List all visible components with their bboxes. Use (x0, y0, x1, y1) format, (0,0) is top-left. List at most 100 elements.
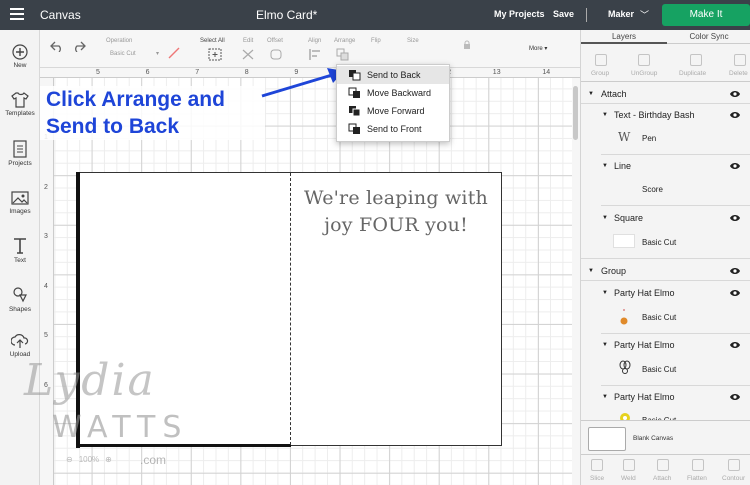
menu-item-label: Send to Front (367, 124, 422, 134)
offset-icon[interactable] (269, 48, 283, 61)
menu-item-send-to-front[interactable]: Send to Front (337, 120, 449, 138)
divider (601, 333, 750, 334)
sidebar-item-projects[interactable]: Projects (0, 140, 40, 167)
arrange-menu: Send to Back Move Backward Move Forward … (336, 64, 450, 142)
edit-icon[interactable] (241, 48, 255, 61)
attach-icon[interactable] (657, 459, 669, 471)
sidebar-item-text[interactable]: Text (0, 237, 40, 264)
collapse-icon[interactable]: ▼ (602, 290, 608, 296)
horizontal-ruler: 567891011121314 (40, 68, 580, 78)
group-button[interactable]: Group (591, 70, 609, 77)
flatten-button[interactable]: Flatten (687, 475, 707, 482)
eye-icon[interactable] (729, 161, 741, 171)
machine-select[interactable]: Maker (608, 9, 634, 19)
score-line[interactable] (290, 173, 291, 445)
collapse-icon[interactable]: ▼ (602, 112, 608, 118)
chevron-down-icon[interactable]: ▾ (156, 50, 159, 57)
contour-button[interactable]: Contour (722, 475, 745, 482)
collapse-icon[interactable]: ▼ (602, 394, 608, 400)
menu-item-move-forward[interactable]: Move Forward (337, 102, 449, 120)
delete-icon[interactable] (734, 54, 746, 66)
divider (581, 280, 750, 281)
operation-label: Basic Cut (642, 238, 677, 247)
app-title: Canvas (40, 8, 81, 22)
contour-icon[interactable] (728, 459, 740, 471)
lock-icon[interactable] (463, 40, 471, 50)
delete-button[interactable]: Delete (729, 70, 748, 77)
flatten-icon[interactable] (692, 459, 704, 471)
sidebar-item-templates[interactable]: Templates (0, 92, 40, 117)
slice-icon[interactable] (591, 459, 603, 471)
my-projects-link[interactable]: My Projects (494, 9, 545, 19)
sidebar-item-label: Templates (5, 110, 35, 117)
eye-icon[interactable] (729, 110, 741, 120)
menu-item-move-backward[interactable]: Move Backward (337, 84, 449, 102)
eye-icon[interactable] (729, 266, 741, 276)
collapse-icon[interactable]: ▼ (588, 91, 594, 97)
vertical-scrollbar[interactable] (572, 78, 580, 485)
divider (601, 385, 750, 386)
collapse-icon[interactable]: ▼ (602, 163, 608, 169)
canvas-color-swatch[interactable] (588, 427, 626, 451)
divider (601, 205, 750, 206)
collapse-icon[interactable]: ▼ (602, 342, 608, 348)
tab-color-sync[interactable]: Color Sync (667, 30, 750, 44)
card-message[interactable]: We're leaping with joy FOUR you! (296, 185, 496, 239)
attach-button[interactable]: Attach (653, 475, 671, 482)
size-label: Size (407, 38, 419, 44)
chevron-down-icon[interactable]: ﹀ (640, 8, 649, 21)
ungroup-icon[interactable] (638, 54, 650, 66)
group-icon[interactable] (595, 54, 607, 66)
sidebar-item-shapes[interactable]: Shapes (0, 286, 40, 313)
hamburger-menu-icon[interactable] (10, 8, 24, 20)
ruler-tick-label: 8 (244, 69, 249, 76)
eye-icon[interactable] (729, 392, 741, 402)
text-icon (14, 238, 26, 254)
redo-icon[interactable] (72, 40, 86, 52)
operation-label: Basic Cut (642, 365, 677, 374)
collapse-icon[interactable]: ▼ (588, 268, 594, 274)
tab-layers[interactable]: Layers (581, 30, 667, 44)
weld-button[interactable]: Weld (621, 475, 636, 482)
layer-name: Group (601, 266, 627, 276)
eye-icon[interactable] (729, 213, 741, 223)
undo-icon[interactable] (50, 40, 64, 52)
make-it-button[interactable]: Make It (662, 4, 750, 26)
pen-color-icon[interactable] (168, 47, 180, 59)
divider (601, 154, 750, 155)
slice-button[interactable]: Slice (590, 475, 604, 482)
send-to-front-icon (348, 123, 360, 134)
plus-icon (12, 44, 28, 60)
more-button[interactable]: More ▾ (529, 45, 547, 52)
sidebar-item-new[interactable]: New (0, 44, 40, 69)
eye-icon[interactable] (729, 340, 741, 350)
operation-select[interactable]: Basic Cut (110, 51, 136, 57)
instruction-callout: Click Arrange and Send to Back (40, 86, 265, 140)
blank-canvas-row[interactable]: Blank Canvas (581, 420, 750, 454)
sidebar-item-images[interactable]: Images (0, 190, 40, 215)
card-message-line: We're leaping with (304, 187, 488, 209)
menu-item-send-to-back[interactable]: Send to Back (337, 66, 449, 84)
operation-label: Operation (106, 38, 133, 44)
select-all-icon[interactable] (208, 48, 222, 61)
ungroup-button[interactable]: UnGroup (631, 70, 657, 77)
save-button[interactable]: Save (553, 9, 574, 19)
projects-icon (13, 140, 27, 158)
panel-tabs: Layers Color Sync (581, 30, 750, 44)
scrollbar-thumb[interactable] (573, 86, 578, 140)
layer-name: Party Hat Elmo (614, 288, 675, 298)
weld-icon[interactable] (623, 459, 635, 471)
duplicate-icon[interactable] (690, 54, 702, 66)
collapse-icon[interactable]: ▼ (602, 215, 608, 221)
eye-icon[interactable] (729, 288, 741, 298)
duplicate-button[interactable]: Duplicate (679, 70, 706, 77)
zoom-out-icon[interactable]: ⊖ (66, 455, 73, 464)
sidebar-item-label: Projects (8, 160, 32, 167)
eye-icon[interactable] (729, 89, 741, 99)
zoom-in-icon[interactable]: ⊕ (105, 455, 112, 464)
ruler-tick-label: 9 (294, 69, 299, 76)
arrange-icon[interactable] (336, 48, 350, 61)
text-layer-icon: W (618, 130, 631, 144)
align-icon[interactable] (308, 48, 322, 61)
ruler-tick-label: 2 (44, 183, 48, 191)
